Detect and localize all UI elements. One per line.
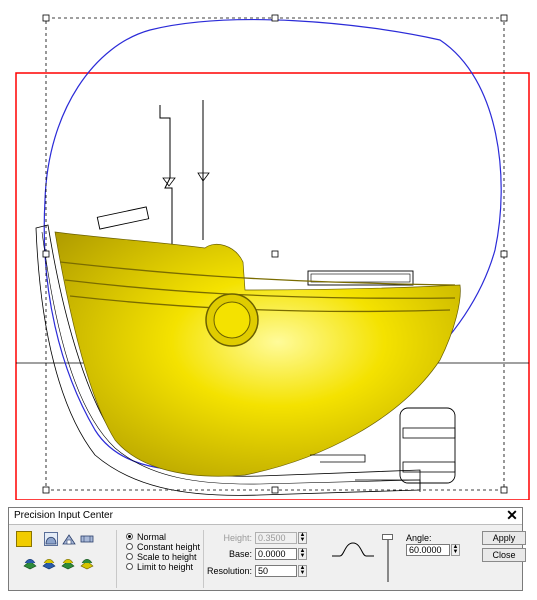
slider-thumb[interactable] [382,534,393,540]
layer-blend-icon[interactable] [42,556,56,570]
dome-profile-icon[interactable] [44,532,58,546]
resolution-spinner[interactable]: ▲ ▼ [298,565,307,577]
angle-field[interactable]: 60.0000 [406,544,450,556]
deck-box-inner [310,273,411,283]
close-button[interactable]: Close [482,548,526,562]
option-label: Normal [137,531,167,542]
handle-top-right[interactable] [500,14,508,22]
height-spinner: ▲ ▼ [298,532,307,544]
color-swatch[interactable] [16,531,32,547]
mast-left [159,105,173,245]
layer-replace-icon[interactable] [80,556,94,570]
design-canvas[interactable] [0,0,537,500]
angle-slider[interactable] [381,532,395,584]
angle-label: Angle: [406,533,432,543]
apply-button[interactable]: Apply [482,531,526,545]
layer-add-icon[interactable] [23,556,37,570]
slider-track [387,534,389,582]
base-field[interactable]: 0.0000 [255,548,297,560]
close-icon[interactable]: ✕ [505,508,519,523]
handle-mid-right[interactable] [500,250,508,258]
handle-top-left[interactable] [42,14,50,22]
handle-bottom-mid[interactable] [271,486,279,494]
profile-curve-icon [332,542,374,557]
arch-profile-icon[interactable] [62,532,76,546]
option-limit-to-height[interactable]: Limit to height [126,561,193,572]
handle-bottom-right[interactable] [500,486,508,494]
base-label: Base: [228,549,252,559]
resolution-field[interactable]: 50 [255,565,297,577]
option-label: Limit to height [137,561,194,572]
option-label: Constant height [137,541,201,552]
resolution-label: Resolution: [206,566,252,576]
radio-icon [126,553,133,560]
base-spinner[interactable]: ▲ ▼ [298,548,307,560]
handle-center[interactable] [271,250,279,258]
panel-titlebar[interactable]: Precision Input Center ✕ [9,508,522,525]
handle-bottom-left[interactable] [42,486,50,494]
height-label: Height: [223,533,252,543]
option-label: Scale to height [137,551,197,562]
separator [116,530,117,588]
handle-mid-left[interactable] [42,250,50,258]
precision-input-center-panel: Precision Input Center ✕ Normal Constant… [8,507,526,591]
rudder-band [402,427,456,439]
radio-icon [126,563,133,570]
hull-relief [54,231,461,477]
handle-top-mid[interactable] [271,14,279,22]
flat-profile-icon[interactable] [80,532,94,546]
wheelhouse-roof [96,206,150,230]
porthole-inner [213,301,251,339]
angle-spinner[interactable]: ▲ ▼ [451,544,460,556]
radio-icon [126,533,133,540]
height-field: 0.3500 [255,532,297,544]
radio-icon [126,543,133,550]
panel-title: Precision Input Center [14,510,113,521]
layer-merge-icon[interactable] [61,556,75,570]
